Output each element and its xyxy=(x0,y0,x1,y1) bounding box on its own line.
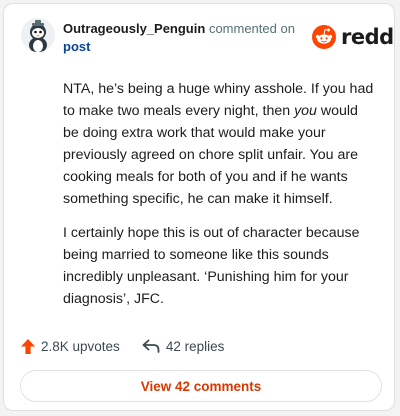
replies-button[interactable]: 42 replies xyxy=(142,338,225,354)
reddit-wordmark: reddit xyxy=(341,25,394,49)
reply-count: 42 replies xyxy=(165,338,225,354)
action-text: commented on xyxy=(208,21,295,36)
upvote-count: 2.8K upvotes xyxy=(41,338,120,354)
comment-paragraph-1: NTA, he’s being a huge whiny asshole. If… xyxy=(63,78,375,210)
post-link[interactable]: post xyxy=(63,39,90,54)
username-link[interactable]: Outrageously_Penguin xyxy=(63,21,205,36)
paragraph-1-emphasis: you xyxy=(294,103,317,119)
comment-header: Outrageously_Penguin commented on post xyxy=(63,20,303,56)
reddit-logo[interactable]: reddit xyxy=(312,25,394,49)
upvote-arrow-icon xyxy=(21,338,35,354)
reddit-snoo-icon xyxy=(312,25,336,49)
avatar[interactable] xyxy=(21,18,55,52)
comment-paragraph-2: I certainly hope this is out of characte… xyxy=(63,225,360,307)
comment-card: Outrageously_Penguin commented on post r… xyxy=(3,3,395,411)
reply-arrow-icon xyxy=(142,339,160,353)
comment-footer: 2.8K upvotes 42 replies xyxy=(21,336,224,356)
comment-body: NTA, he’s being a huge whiny asshole. If… xyxy=(63,78,375,322)
upvote-button[interactable]: 2.8K upvotes xyxy=(21,338,120,354)
penguin-avatar-icon xyxy=(21,18,55,52)
view-comments-button[interactable]: View 42 comments xyxy=(20,370,382,402)
